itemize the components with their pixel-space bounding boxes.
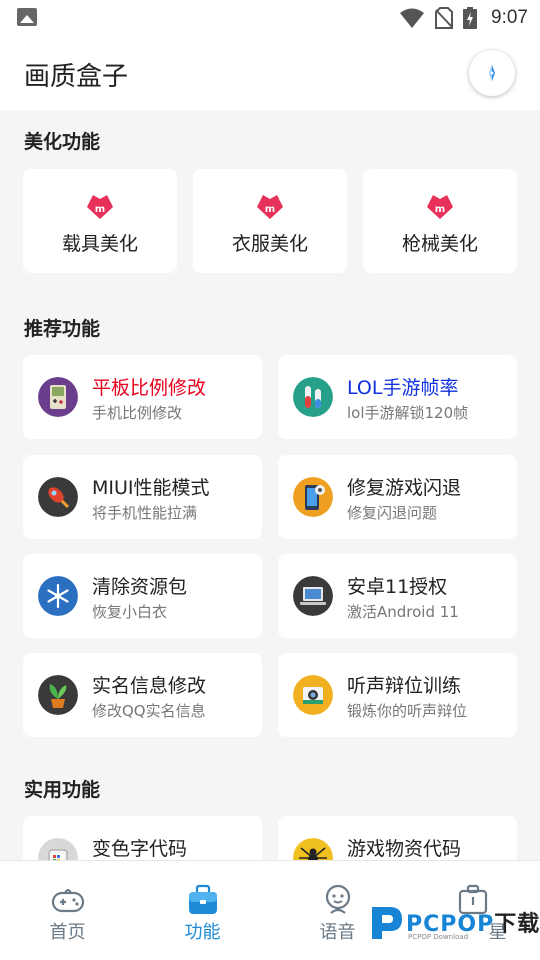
nav-item-home[interactable]: 首页: [0, 861, 135, 960]
rocket-icon: [38, 477, 78, 517]
svg-text:m: m: [265, 204, 275, 215]
laptop-icon: [293, 576, 333, 616]
nav-item-features[interactable]: 功能: [135, 861, 270, 960]
feature-title: LOL手游帧率: [347, 377, 459, 399]
feature-card-realname[interactable]: 实名信息修改 修改QQ实名信息: [23, 653, 262, 737]
watermark-sub: PCPOP Download: [408, 933, 469, 941]
m-badge-icon: m: [87, 195, 113, 219]
feature-subtitle: 锻炼你的听声辩位: [347, 702, 468, 720]
feature-title: 修复游戏闪退: [347, 477, 462, 499]
feature-title: MIUI性能模式: [92, 477, 210, 499]
gameboy-icon: [38, 377, 78, 417]
voice-icon: [325, 884, 350, 914]
photo-icon: [17, 8, 37, 26]
briefcase-icon: [188, 884, 217, 914]
nav-label: 功能: [184, 922, 221, 943]
m-badge-icon: m: [427, 195, 453, 219]
feature-card-lol-fps[interactable]: LOL手游帧率 lol手游解锁120帧: [278, 355, 517, 439]
no-sim-icon: [435, 7, 454, 29]
page-title: 画质盒子: [24, 62, 129, 92]
feature-card-miui-performance[interactable]: MIUI性能模式 将手机性能拉满: [23, 455, 262, 539]
app-bar: 画质盒子: [0, 36, 540, 110]
beauty-card-label: 衣服美化: [231, 233, 308, 255]
feature-subtitle: 修改QQ实名信息: [92, 702, 206, 720]
wifi-icon: [400, 8, 425, 28]
test-tubes-icon: [293, 377, 333, 417]
svg-text:m: m: [435, 204, 445, 215]
m-badge-icon: m: [257, 195, 283, 219]
snowflake-icon: [38, 576, 78, 616]
feature-title: 安卓11授权: [347, 576, 448, 598]
svg-text:m: m: [95, 204, 105, 215]
compass-button[interactable]: [469, 50, 515, 96]
gamepad-icon: [51, 889, 84, 913]
feature-card-android11[interactable]: 安卓11授权 激活Android 11: [278, 554, 517, 638]
feature-title: 听声辩位训练: [347, 675, 462, 697]
beauty-card-label: 枪械美化: [401, 233, 478, 255]
beauty-card-vehicle[interactable]: m 载具美化: [23, 169, 177, 273]
section-title-beauty: 美化功能: [24, 131, 101, 153]
beauty-card-clothes[interactable]: m 衣服美化: [193, 169, 347, 273]
compass-icon: [489, 65, 495, 81]
feature-card-tablet-ratio[interactable]: 平板比例修改 手机比例修改: [23, 355, 262, 439]
feature-subtitle: 激活Android 11: [347, 603, 459, 621]
feature-title: 实名信息修改: [92, 675, 207, 697]
status-bar: 9:07: [0, 0, 540, 36]
feature-card-sound-training[interactable]: 听声辩位训练 锻炼你的听声辩位: [278, 653, 517, 737]
beauty-card-weapon[interactable]: m 枪械美化: [363, 169, 517, 273]
status-time: 9:07: [491, 7, 528, 28]
feature-card-clear-resources[interactable]: 清除资源包 恢复小白衣: [23, 554, 262, 638]
feature-subtitle: lol手游解锁120帧: [347, 404, 469, 422]
pcpop-logo-icon: [372, 907, 402, 939]
feature-subtitle: 修复闪退问题: [347, 504, 438, 522]
beauty-card-label: 载具美化: [61, 233, 138, 255]
section-title-practical: 实用功能: [24, 779, 101, 801]
feature-title: 游戏物资代码: [347, 838, 462, 860]
feature-subtitle: 将手机性能拉满: [92, 504, 198, 522]
nav-label: 首页: [49, 922, 86, 943]
camera-icon: [293, 675, 333, 715]
feature-title: 清除资源包: [92, 576, 188, 598]
watermark-suffix: 下载: [494, 912, 540, 937]
section-title-recommended: 推荐功能: [24, 318, 101, 340]
phone-settings-icon: [293, 477, 333, 517]
feature-title: 平板比例修改: [92, 377, 207, 399]
plant-icon: [38, 675, 78, 715]
feature-subtitle: 恢复小白衣: [92, 603, 168, 621]
feature-subtitle: 手机比例修改: [92, 404, 183, 422]
feature-title: 变色字代码: [92, 838, 188, 860]
feature-card-fix-crash[interactable]: 修复游戏闪退 修复闪退问题: [278, 455, 517, 539]
battery-charging-icon: [463, 7, 478, 29]
